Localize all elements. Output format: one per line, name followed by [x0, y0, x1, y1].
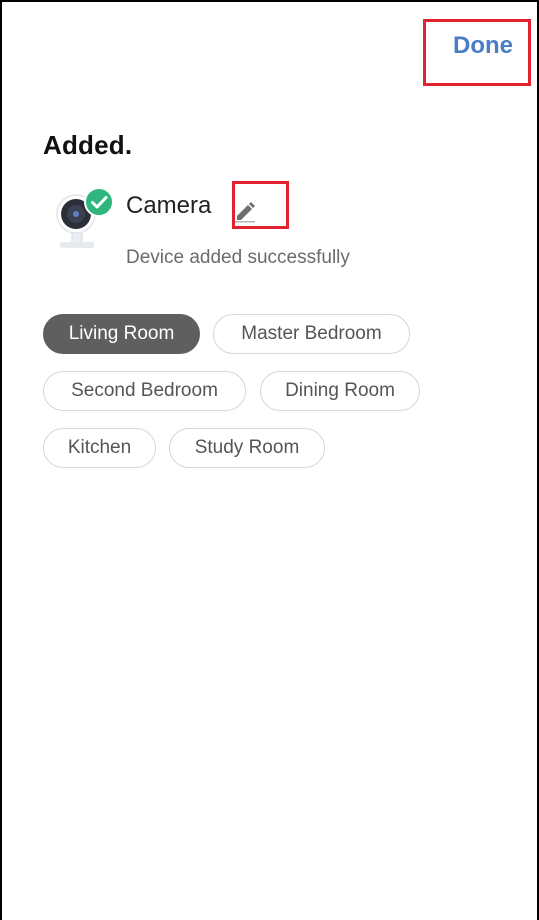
edit-highlight-box	[232, 181, 289, 229]
room-chip-living-room[interactable]: Living Room	[43, 314, 200, 354]
done-highlight-box	[423, 19, 531, 86]
room-chip-master-bedroom[interactable]: Master Bedroom	[213, 314, 410, 354]
check-circle-icon	[84, 187, 114, 217]
room-chip-dining-room[interactable]: Dining Room	[260, 371, 420, 411]
camera-icon	[52, 184, 120, 258]
page-title: Added.	[43, 130, 133, 160]
room-chip-kitchen[interactable]: Kitchen	[43, 428, 156, 468]
device-status-text: Device added successfully	[126, 247, 350, 268]
add-device-result-screen: Done Added. Camera Device added successf…	[0, 0, 539, 920]
room-chip-second-bedroom[interactable]: Second Bedroom	[43, 371, 246, 411]
room-chip-study-room[interactable]: Study Room	[169, 428, 325, 468]
device-name: Camera	[126, 192, 212, 219]
